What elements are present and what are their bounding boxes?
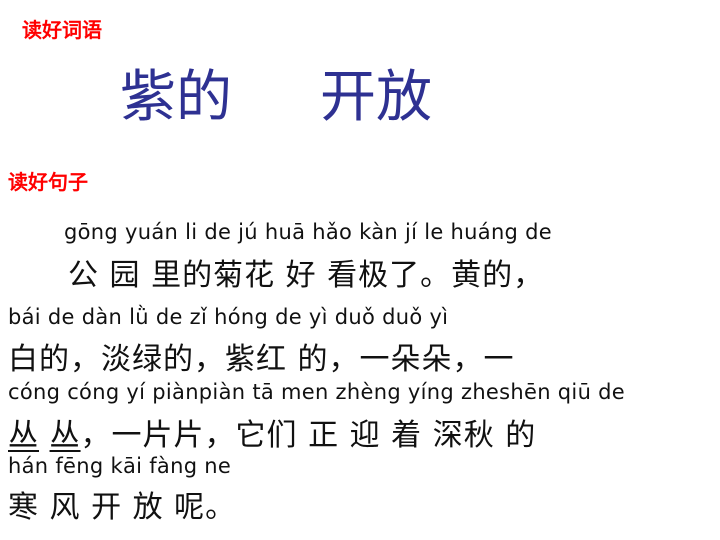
section-label-sentences: 读好句子: [8, 170, 88, 194]
underlined-char-cong-2: 丛: [49, 418, 81, 453]
pinyin-line-3: cóng cóng yí piànpiàn tā men zhèng yíng …: [8, 380, 626, 404]
hanzi-line-1: 公 园 里的菊花 好 看极了。黄的，: [68, 258, 545, 293]
hanzi-line-4: 寒 风 开 放 呢。: [8, 490, 237, 525]
hanzi-line-3: 丛 丛，一片片，它们 正 迎 着 深秋 的: [8, 410, 536, 454]
pinyin-line-1: gōng yuán li de jú huā hǎo kàn jí le huá…: [64, 220, 553, 244]
pinyin-line-4: hán fēng kāi fàng ne: [8, 454, 232, 478]
hanzi-line-2: 白的，淡绿的，紫红 的，一朵朵，一: [8, 342, 515, 377]
hanzi-line-3-rest: ，一片片，它们 正 迎 着 深秋 的: [80, 418, 537, 453]
hanzi-gap: [39, 418, 50, 453]
section-label-words: 读好词语: [22, 18, 102, 42]
vocab-word-bloom: 开放: [320, 65, 432, 130]
underlined-char-cong-1: 丛: [8, 418, 39, 453]
vocab-word-purple: 紫的: [120, 65, 232, 130]
pinyin-line-2: bái de dàn lǜ de zǐ hóng de yì duǒ duǒ y…: [8, 305, 449, 329]
